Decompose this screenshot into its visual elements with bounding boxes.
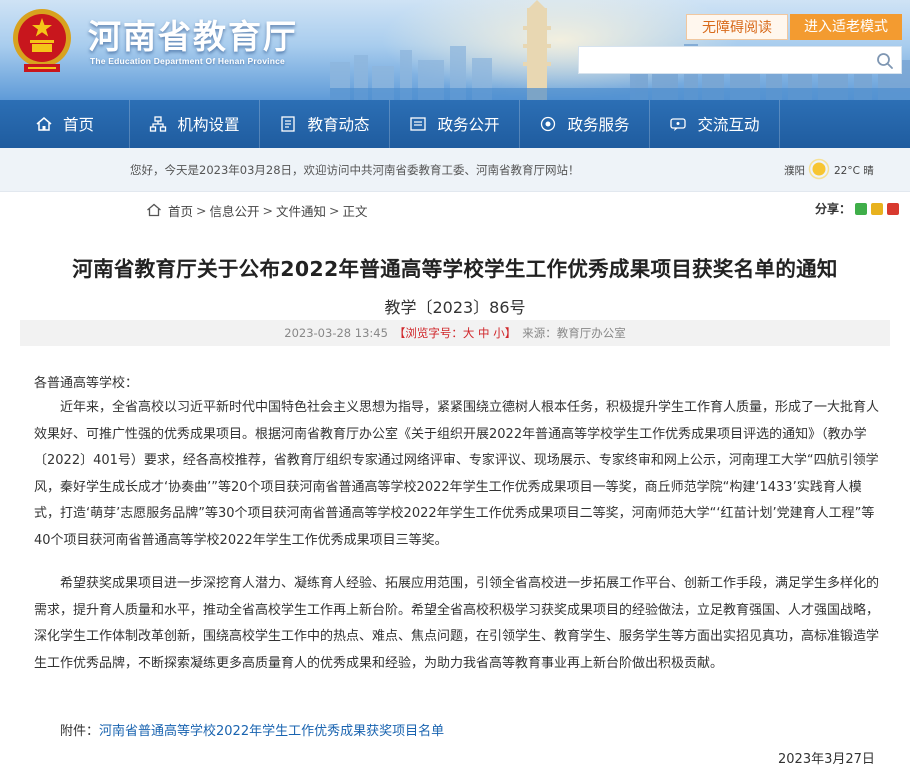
publish-date: 2023-03-28 13:45 — [284, 326, 388, 340]
news-icon — [279, 115, 297, 133]
nav-item-news[interactable]: 教育动态 — [260, 100, 390, 148]
nav-label: 政务服务 — [567, 116, 630, 134]
welcome-text: 您好，今天是2023年03月28日，欢迎访问中共河南省委教育工委、河南省教育厅网… — [130, 163, 580, 177]
nav-label: 政务公开 — [437, 116, 500, 134]
welcome-bar: 您好，今天是2023年03月28日，欢迎访问中共河南省委教育工委、河南省教育厅网… — [0, 148, 910, 192]
breadcrumb-item-home[interactable]: 首页 — [168, 201, 193, 220]
interact-icon — [669, 115, 687, 133]
nav-item-interact[interactable]: 交流互动 — [650, 100, 780, 148]
nav-label: 机构设置 — [177, 116, 240, 134]
attachment: 附件：河南省普通高等学校2022年学生工作优秀成果获奖项目名单 — [60, 720, 444, 739]
share-label: 分享： — [815, 202, 852, 216]
weather-temp: 22°C 晴 — [834, 165, 874, 177]
home-icon — [35, 115, 53, 133]
nav-label: 教育动态 — [307, 116, 370, 134]
breadcrumb-separator: > — [196, 202, 207, 218]
signature-date: 2023年3月27日 — [778, 752, 875, 765]
article-source: 来源：教育厅办公室 — [522, 326, 626, 340]
nav-item-service[interactable]: 政务服务 — [520, 100, 650, 148]
article-title: 河南省教育厅关于公布2022年普通高等学校学生工作优秀成果项目获奖名单的通知 — [72, 257, 838, 281]
body-paragraph: 希望获奖成果项目进一步深挖育人潜力、凝练育人经验、拓展应用范围，引领全省高校进一… — [34, 576, 880, 671]
attachment-label: 附件： — [60, 724, 100, 739]
main-nav: 首页 机构设置 教育动态 政务公开 政务服务 交流互动 — [0, 100, 910, 148]
wechat-share-icon[interactable] — [855, 202, 868, 215]
site-banner: 河南省教育厅 The Education Department Of Henan… — [0, 0, 910, 100]
weather-city: 濮阳 — [784, 165, 805, 177]
salutation: 各普通高等学校： — [34, 376, 139, 391]
nav-label: 首页 — [62, 116, 94, 134]
sun-icon — [808, 158, 830, 180]
qzone-share-icon[interactable] — [871, 202, 884, 215]
share-bar: 分享： — [815, 200, 900, 217]
org-icon — [149, 115, 167, 133]
nav-filler — [780, 100, 910, 148]
nav-item-home[interactable]: 首页 — [0, 100, 130, 148]
breadcrumb-item-notices[interactable]: 文件通知 — [276, 201, 326, 220]
elder-mode-button[interactable]: 进入适老模式 — [790, 14, 902, 40]
search-input[interactable] — [578, 46, 902, 74]
search-icon[interactable] — [875, 51, 895, 71]
breadcrumb-item-open-info[interactable]: 信息公开 — [210, 201, 260, 220]
nav-item-org[interactable]: 机构设置 — [130, 100, 260, 148]
breadcrumb: 首页 > 信息公开 > 文件通知 > 正文 — [146, 200, 368, 220]
document-number: 教学〔2023〕86号 — [384, 298, 526, 317]
home-icon — [147, 203, 161, 217]
national-emblem-icon — [10, 6, 74, 76]
breadcrumb-item-current: 正文 — [342, 203, 368, 219]
open-gov-icon — [409, 115, 427, 133]
weibo-share-icon[interactable] — [887, 202, 900, 215]
site-title[interactable]: 河南省教育厅 — [88, 10, 298, 58]
site-subtitle: The Education Department Of Henan Provin… — [90, 56, 285, 66]
body-paragraph: 近年来，全省高校以习近平新时代中国特色社会主义思想为指导，紧紧围绕立德树人根本任… — [34, 400, 880, 548]
nav-item-open-gov[interactable]: 政务公开 — [390, 100, 520, 148]
accessible-reading-button[interactable]: 无障碍阅读 — [686, 14, 788, 40]
font-size-switch[interactable]: 【浏览字号：大 中 小】 — [394, 325, 516, 341]
nav-label: 交流互动 — [697, 116, 760, 134]
article-meta: 2023-03-28 13:45 【浏览字号：大 中 小】 来源：教育厅办公室 — [20, 320, 890, 346]
attachment-link[interactable]: 河南省普通高等学校2022年学生工作优秀成果获奖项目名单 — [99, 724, 444, 739]
breadcrumb-separator: > — [329, 202, 340, 218]
service-icon — [539, 115, 557, 133]
breadcrumb-separator: > — [262, 202, 273, 218]
